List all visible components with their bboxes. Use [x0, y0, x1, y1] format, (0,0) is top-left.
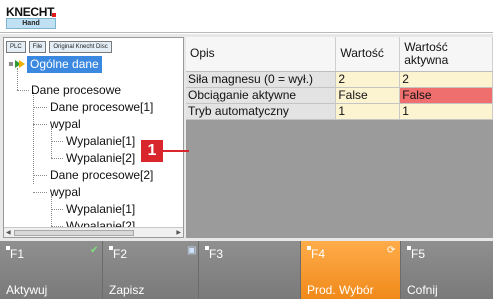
- scrollbar-thumb[interactable]: [14, 230, 134, 236]
- callout-pointer: [163, 150, 189, 152]
- f4-key-label: F4: [311, 247, 326, 261]
- row-description: Tryb automatyczny: [186, 103, 337, 120]
- tree-node-wypal[interactable]: wypal: [50, 116, 81, 133]
- f4-label: Prod. Wybór: [307, 283, 374, 297]
- tree-node-wypalanie-1[interactable]: Wypalanie[1]: [66, 201, 135, 218]
- column-header-wartosc-aktywna[interactable]: Wartość aktywna: [399, 37, 493, 72]
- main-area: PLC File Original Knecht Disc Ogólne dan…: [0, 34, 493, 241]
- horizontal-scrollbar[interactable]: ◀ ▶: [4, 227, 183, 237]
- f2-zapisz-button[interactable]: F2 ▣ Zapisz: [103, 241, 199, 299]
- f1-label: Aktywuj: [6, 283, 48, 297]
- table-row[interactable]: Siła magnesu (0 = wył.) 2 2: [186, 71, 493, 88]
- tree-node-dane-procesowe-2[interactable]: Dane procesowe[2]: [50, 167, 153, 184]
- row-value-input[interactable]: 1: [335, 103, 401, 120]
- row-active-value: 1: [399, 103, 493, 120]
- parameter-grid-panel: Opis Wartość Wartość aktywna Siła magnes…: [186, 37, 493, 238]
- tree-node-dane-procesowe[interactable]: Dane procesowe: [31, 82, 121, 99]
- f3-key-label: F3: [209, 247, 224, 261]
- f1-aktywuj-button[interactable]: F1 ✔ Aktywuj: [0, 241, 103, 299]
- function-key-bar: F1 ✔ Aktywuj F2 ▣ Zapisz F3 F4 ⟳ Prod. W…: [0, 241, 493, 299]
- f5-label: Cofnij: [407, 283, 438, 297]
- arrow-folder-icon: [9, 60, 25, 68]
- app-header: KNECHT Hand: [0, 0, 493, 33]
- floppy-disk-icon: ▣: [187, 245, 197, 256]
- column-header-opis[interactable]: Opis: [186, 37, 337, 72]
- f5-key-label: F5: [411, 247, 426, 261]
- callout-marker: 1: [141, 140, 163, 162]
- tab-plc[interactable]: PLC: [6, 41, 26, 53]
- tree-node-wypalanie-2[interactable]: Wypalanie[2]: [66, 150, 135, 167]
- tree-node-wypalanie-1[interactable]: Wypalanie[1]: [66, 133, 135, 150]
- table-row[interactable]: Tryb automatyczny 1 1: [186, 103, 493, 120]
- scroll-right-icon[interactable]: ▶: [176, 229, 181, 236]
- tab-original-disc[interactable]: Original Knecht Disc: [49, 41, 112, 53]
- tree-node-ogolne-dane[interactable]: Ogólne dane: [27, 56, 102, 73]
- row-active-value: False: [399, 87, 493, 104]
- check-icon: ✔: [90, 245, 99, 256]
- f1-key-label: F1: [10, 247, 25, 261]
- tree-node-dane-procesowe-1[interactable]: Dane procesowe[1]: [50, 99, 153, 116]
- mode-badge: Hand: [6, 18, 56, 29]
- row-value-input[interactable]: False: [335, 87, 401, 104]
- knecht-logo: KNECHT Hand: [6, 5, 58, 29]
- row-description: Siła magnesu (0 = wył.): [186, 71, 337, 88]
- tab-file[interactable]: File: [28, 41, 47, 53]
- refresh-icon: ⟳: [387, 245, 396, 256]
- tree-panel: PLC File Original Knecht Disc Ogólne dan…: [3, 37, 184, 238]
- table-row[interactable]: Obciąganie aktywne False False: [186, 87, 493, 104]
- scroll-left-icon[interactable]: ◀: [6, 229, 11, 236]
- f5-cofnij-button[interactable]: F5 Cofnij: [401, 241, 493, 299]
- column-header-wartosc[interactable]: Wartość: [335, 37, 401, 72]
- parameter-table: Opis Wartość Wartość aktywna Siła magnes…: [186, 37, 493, 120]
- source-tabs: PLC File Original Knecht Disc: [6, 41, 112, 53]
- logo-dot: [52, 13, 56, 17]
- row-value-input[interactable]: 2: [335, 71, 401, 88]
- f2-label: Zapisz: [109, 283, 145, 297]
- logo-text: KNECHT: [6, 5, 55, 19]
- f4-prod-wybor-button[interactable]: F4 ⟳ Prod. Wybór: [301, 241, 401, 299]
- f2-key-label: F2: [113, 247, 128, 261]
- row-active-value: 2: [399, 71, 493, 88]
- tree-node-wypal[interactable]: wypal: [50, 184, 81, 201]
- f3-button[interactable]: F3: [199, 241, 301, 299]
- row-description: Obciąganie aktywne: [186, 87, 337, 104]
